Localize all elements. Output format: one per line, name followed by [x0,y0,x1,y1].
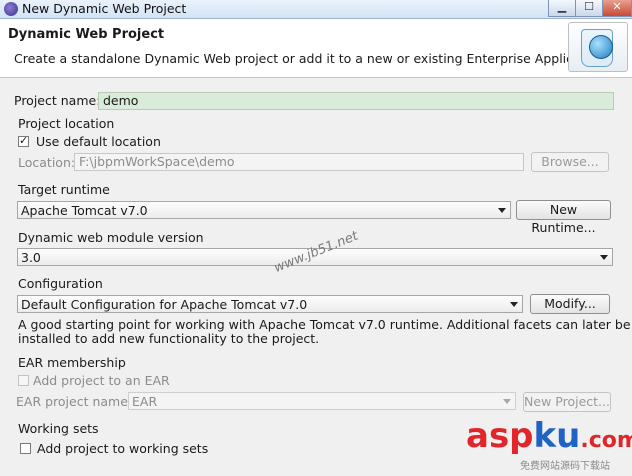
target-runtime-group-label: Target runtime [18,182,110,197]
ear-project-name-value: EAR [132,394,158,409]
target-runtime-select[interactable]: Apache Tomcat v7.0 [17,201,511,219]
modify-button[interactable]: Modify... [530,294,610,314]
web-project-wizard-icon [568,22,628,72]
ear-membership-group-label: EAR membership [18,355,126,370]
working-sets-group-label: Working sets [18,421,99,436]
project-location-group-label: Project location [18,116,115,131]
configuration-group-label: Configuration [18,276,103,291]
module-version-value: 3.0 [21,250,41,265]
add-to-working-sets-checkbox[interactable] [20,443,31,454]
window-title: New Dynamic Web Project [22,1,187,16]
globe-icon [589,35,613,59]
module-version-group-label: Dynamic web module version [18,230,204,245]
configuration-description-line2: installed to add new functionality to th… [18,331,320,346]
maximize-button[interactable]: ☐ [575,0,603,17]
browse-button[interactable]: Browse... [531,152,609,172]
eclipse-app-icon [4,2,18,16]
new-runtime-button[interactable]: New Runtime... [516,200,611,235]
wizard-description: Create a standalone Dynamic Web project … [14,51,609,66]
ear-project-name-label: EAR project name: [16,394,133,409]
aspku-watermark-subtitle: 免费网站源码下载站 [520,461,610,472]
new-ear-project-button[interactable]: New Project... [523,392,611,412]
logo-part-ku: ku [533,416,581,456]
add-to-ear-checkbox[interactable] [18,375,29,386]
location-input[interactable]: F:\jbpmWorkSpace\demo [74,153,524,171]
ear-project-name-select[interactable]: EAR [128,392,516,410]
use-default-location-label: Use default location [36,134,161,149]
use-default-location-checkbox[interactable] [18,134,29,147]
add-to-ear-label: Add project to an EAR [33,373,170,388]
minimize-button[interactable]: ▁ [548,0,576,17]
configuration-value: Default Configuration for Apache Tomcat … [21,297,308,312]
configuration-select[interactable]: Default Configuration for Apache Tomcat … [17,295,523,313]
chevron-down-icon [510,302,518,307]
logo-part-asp: asp [466,416,534,456]
logo-part-com: .com [580,428,632,453]
project-name-label: Project name: [14,93,101,108]
wizard-title: Dynamic Web Project [8,27,165,42]
add-to-working-sets-label: Add project to working sets [37,441,209,456]
project-name-input[interactable]: demo [98,92,614,110]
configuration-description-line1: A good starting point for working with A… [18,317,631,332]
location-label: Location: [18,155,76,170]
chevron-down-icon [503,399,511,404]
chevron-down-icon [498,208,506,213]
target-runtime-value: Apache Tomcat v7.0 [21,203,148,218]
aspku-watermark-logo: aspku.com [466,418,632,459]
chevron-down-icon [600,255,608,260]
close-button[interactable]: ✕ [602,0,632,17]
